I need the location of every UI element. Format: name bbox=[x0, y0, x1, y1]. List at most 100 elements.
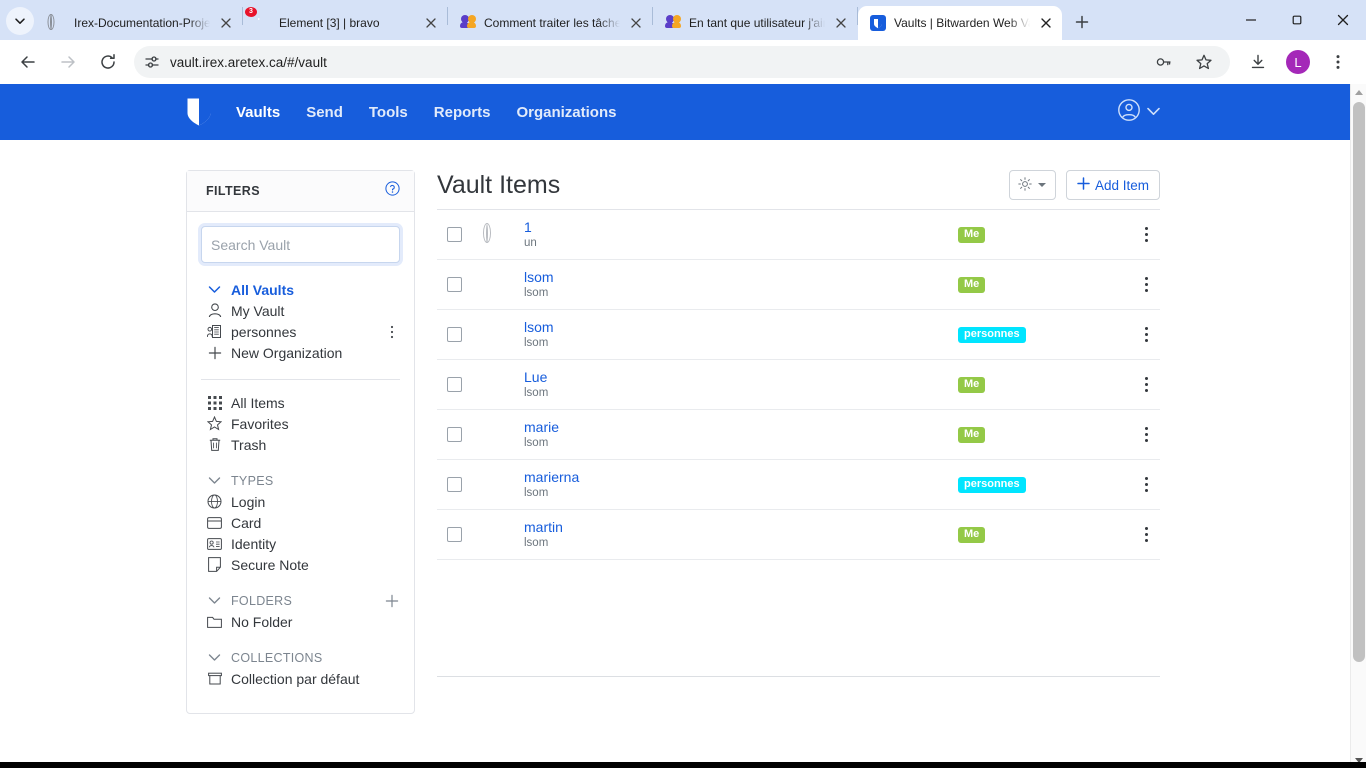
account-menu[interactable] bbox=[1117, 98, 1350, 127]
table-row[interactable]: lsom lsom personnes bbox=[437, 310, 1160, 360]
close-icon[interactable] bbox=[628, 15, 644, 31]
vertical-scrollbar[interactable] bbox=[1350, 84, 1366, 768]
forward-icon[interactable] bbox=[52, 46, 84, 78]
add-item-label: Add Item bbox=[1094, 177, 1149, 193]
tab-search-button[interactable] bbox=[6, 7, 34, 35]
download-icon[interactable] bbox=[1242, 46, 1274, 78]
item-name[interactable]: Lue bbox=[524, 369, 958, 386]
nav-item-organizations[interactable]: Organizations bbox=[516, 104, 616, 121]
trash-icon bbox=[206, 436, 223, 453]
site-settings-icon[interactable] bbox=[138, 48, 166, 76]
close-icon[interactable] bbox=[218, 15, 234, 31]
row-checkbox[interactable] bbox=[447, 477, 462, 492]
tab-title: Vaults | Bitwarden Web Vault bbox=[894, 16, 1030, 30]
maximize-button[interactable] bbox=[1274, 0, 1320, 40]
address-bar[interactable]: vault.irex.aretex.ca/#/vault bbox=[134, 46, 1230, 78]
row-checkbox[interactable] bbox=[447, 227, 462, 242]
table-row[interactable]: marierna lsom personnes bbox=[437, 460, 1160, 510]
row-menu-icon[interactable] bbox=[1132, 227, 1160, 242]
identity-icon bbox=[206, 535, 223, 552]
row-checkbox[interactable] bbox=[447, 427, 462, 442]
table-row[interactable]: Lue lsom Me bbox=[437, 360, 1160, 410]
scroll-up-button[interactable] bbox=[1351, 84, 1366, 100]
filter-label: All Items bbox=[231, 394, 285, 411]
browser-tab-4[interactable]: En tant que utilisateur j'aime bbox=[653, 6, 857, 40]
row-menu-icon[interactable] bbox=[1132, 477, 1160, 492]
filter-organization-personnes[interactable]: personnes bbox=[201, 321, 400, 342]
nav-item-send[interactable]: Send bbox=[306, 104, 343, 121]
filter-all-items[interactable]: All Items bbox=[201, 392, 400, 413]
search-input[interactable] bbox=[201, 226, 400, 263]
browser-tab-1[interactable]: Irex-Documentation-Project bbox=[38, 6, 242, 40]
table-row[interactable]: martin lsom Me bbox=[437, 510, 1160, 560]
row-menu-icon[interactable] bbox=[1132, 377, 1160, 392]
item-name[interactable]: lsom bbox=[524, 269, 958, 286]
item-name[interactable]: marie bbox=[524, 419, 958, 436]
browser-tab-2[interactable]: 3 Element [3] | bravo bbox=[243, 6, 447, 40]
item-name[interactable]: marierna bbox=[524, 469, 958, 486]
three-dot-menu-icon[interactable] bbox=[1322, 46, 1354, 78]
avatar[interactable]: L bbox=[1282, 46, 1314, 78]
filter-type-identity[interactable]: Identity bbox=[201, 533, 400, 554]
minimize-button[interactable] bbox=[1228, 0, 1274, 40]
vault-items-panel: Vault Items Add Item 1 un Me lsom lsom M… bbox=[415, 170, 1350, 677]
folder-icon bbox=[206, 613, 223, 630]
row-menu-icon[interactable] bbox=[1132, 277, 1160, 292]
reload-icon[interactable] bbox=[92, 46, 124, 78]
table-row[interactable]: lsom lsom Me bbox=[437, 260, 1160, 310]
nav-item-vaults[interactable]: Vaults bbox=[236, 104, 280, 121]
filter-all-vaults[interactable]: All Vaults bbox=[201, 279, 400, 300]
nav-item-tools[interactable]: Tools bbox=[369, 104, 408, 121]
chevron-down-icon bbox=[206, 281, 223, 298]
owner-column: personnes bbox=[958, 476, 1108, 493]
filter-type-secure-note[interactable]: Secure Note bbox=[201, 554, 400, 575]
nav-item-reports[interactable]: Reports bbox=[434, 104, 491, 121]
row-menu-icon[interactable] bbox=[1132, 527, 1160, 542]
item-name[interactable]: 1 bbox=[524, 219, 958, 236]
globe-icon bbox=[206, 493, 223, 510]
item-name[interactable]: lsom bbox=[524, 319, 958, 336]
people-icon bbox=[460, 15, 476, 31]
chevron-down-icon bbox=[206, 472, 223, 489]
row-menu-icon[interactable] bbox=[1132, 327, 1160, 342]
divider bbox=[201, 379, 400, 380]
filter-collection-default[interactable]: Collection par défaut bbox=[201, 668, 400, 689]
key-icon[interactable] bbox=[1148, 46, 1180, 78]
types-header[interactable]: TYPES bbox=[201, 470, 400, 491]
row-checkbox[interactable] bbox=[447, 527, 462, 542]
close-icon[interactable] bbox=[1038, 15, 1054, 31]
browser-tab-3[interactable]: Comment traiter les tâches s bbox=[448, 6, 652, 40]
row-menu-icon[interactable] bbox=[1132, 427, 1160, 442]
close-icon[interactable] bbox=[423, 15, 439, 31]
filter-type-card[interactable]: Card bbox=[201, 512, 400, 533]
table-row[interactable]: marie lsom Me bbox=[437, 410, 1160, 460]
vault-options-button[interactable] bbox=[1008, 170, 1056, 200]
add-item-button[interactable]: Add Item bbox=[1065, 170, 1160, 200]
kebab-icon[interactable] bbox=[384, 325, 400, 339]
filter-my-vault[interactable]: My Vault bbox=[201, 300, 400, 321]
filter-new-organization[interactable]: New Organization bbox=[201, 342, 400, 363]
question-circle-icon[interactable] bbox=[385, 181, 400, 201]
close-window-button[interactable] bbox=[1320, 0, 1366, 40]
globe-outline-icon bbox=[486, 223, 506, 245]
close-icon[interactable] bbox=[833, 15, 849, 31]
star-icon[interactable] bbox=[1188, 46, 1220, 78]
browser-tab-5-active[interactable]: Vaults | Bitwarden Web Vault bbox=[858, 6, 1062, 40]
table-row[interactable]: 1 un Me bbox=[437, 210, 1160, 260]
user-icon bbox=[206, 302, 223, 319]
filter-type-login[interactable]: Login bbox=[201, 491, 400, 512]
new-tab-button[interactable] bbox=[1068, 8, 1096, 36]
item-name[interactable]: martin bbox=[524, 519, 958, 536]
filter-trash[interactable]: Trash bbox=[201, 434, 400, 455]
folders-filter-group: FOLDERS No Folder bbox=[201, 590, 400, 634]
row-checkbox[interactable] bbox=[447, 277, 462, 292]
back-icon[interactable] bbox=[12, 46, 44, 78]
filter-no-folder[interactable]: No Folder bbox=[201, 611, 400, 632]
filter-favorites[interactable]: Favorites bbox=[201, 413, 400, 434]
row-checkbox[interactable] bbox=[447, 327, 462, 342]
collections-header[interactable]: COLLECTIONS bbox=[201, 647, 400, 668]
scrollbar-thumb[interactable] bbox=[1353, 102, 1365, 662]
row-checkbox[interactable] bbox=[447, 377, 462, 392]
add-folder-icon[interactable] bbox=[384, 594, 400, 608]
folders-header[interactable]: FOLDERS bbox=[201, 590, 400, 611]
